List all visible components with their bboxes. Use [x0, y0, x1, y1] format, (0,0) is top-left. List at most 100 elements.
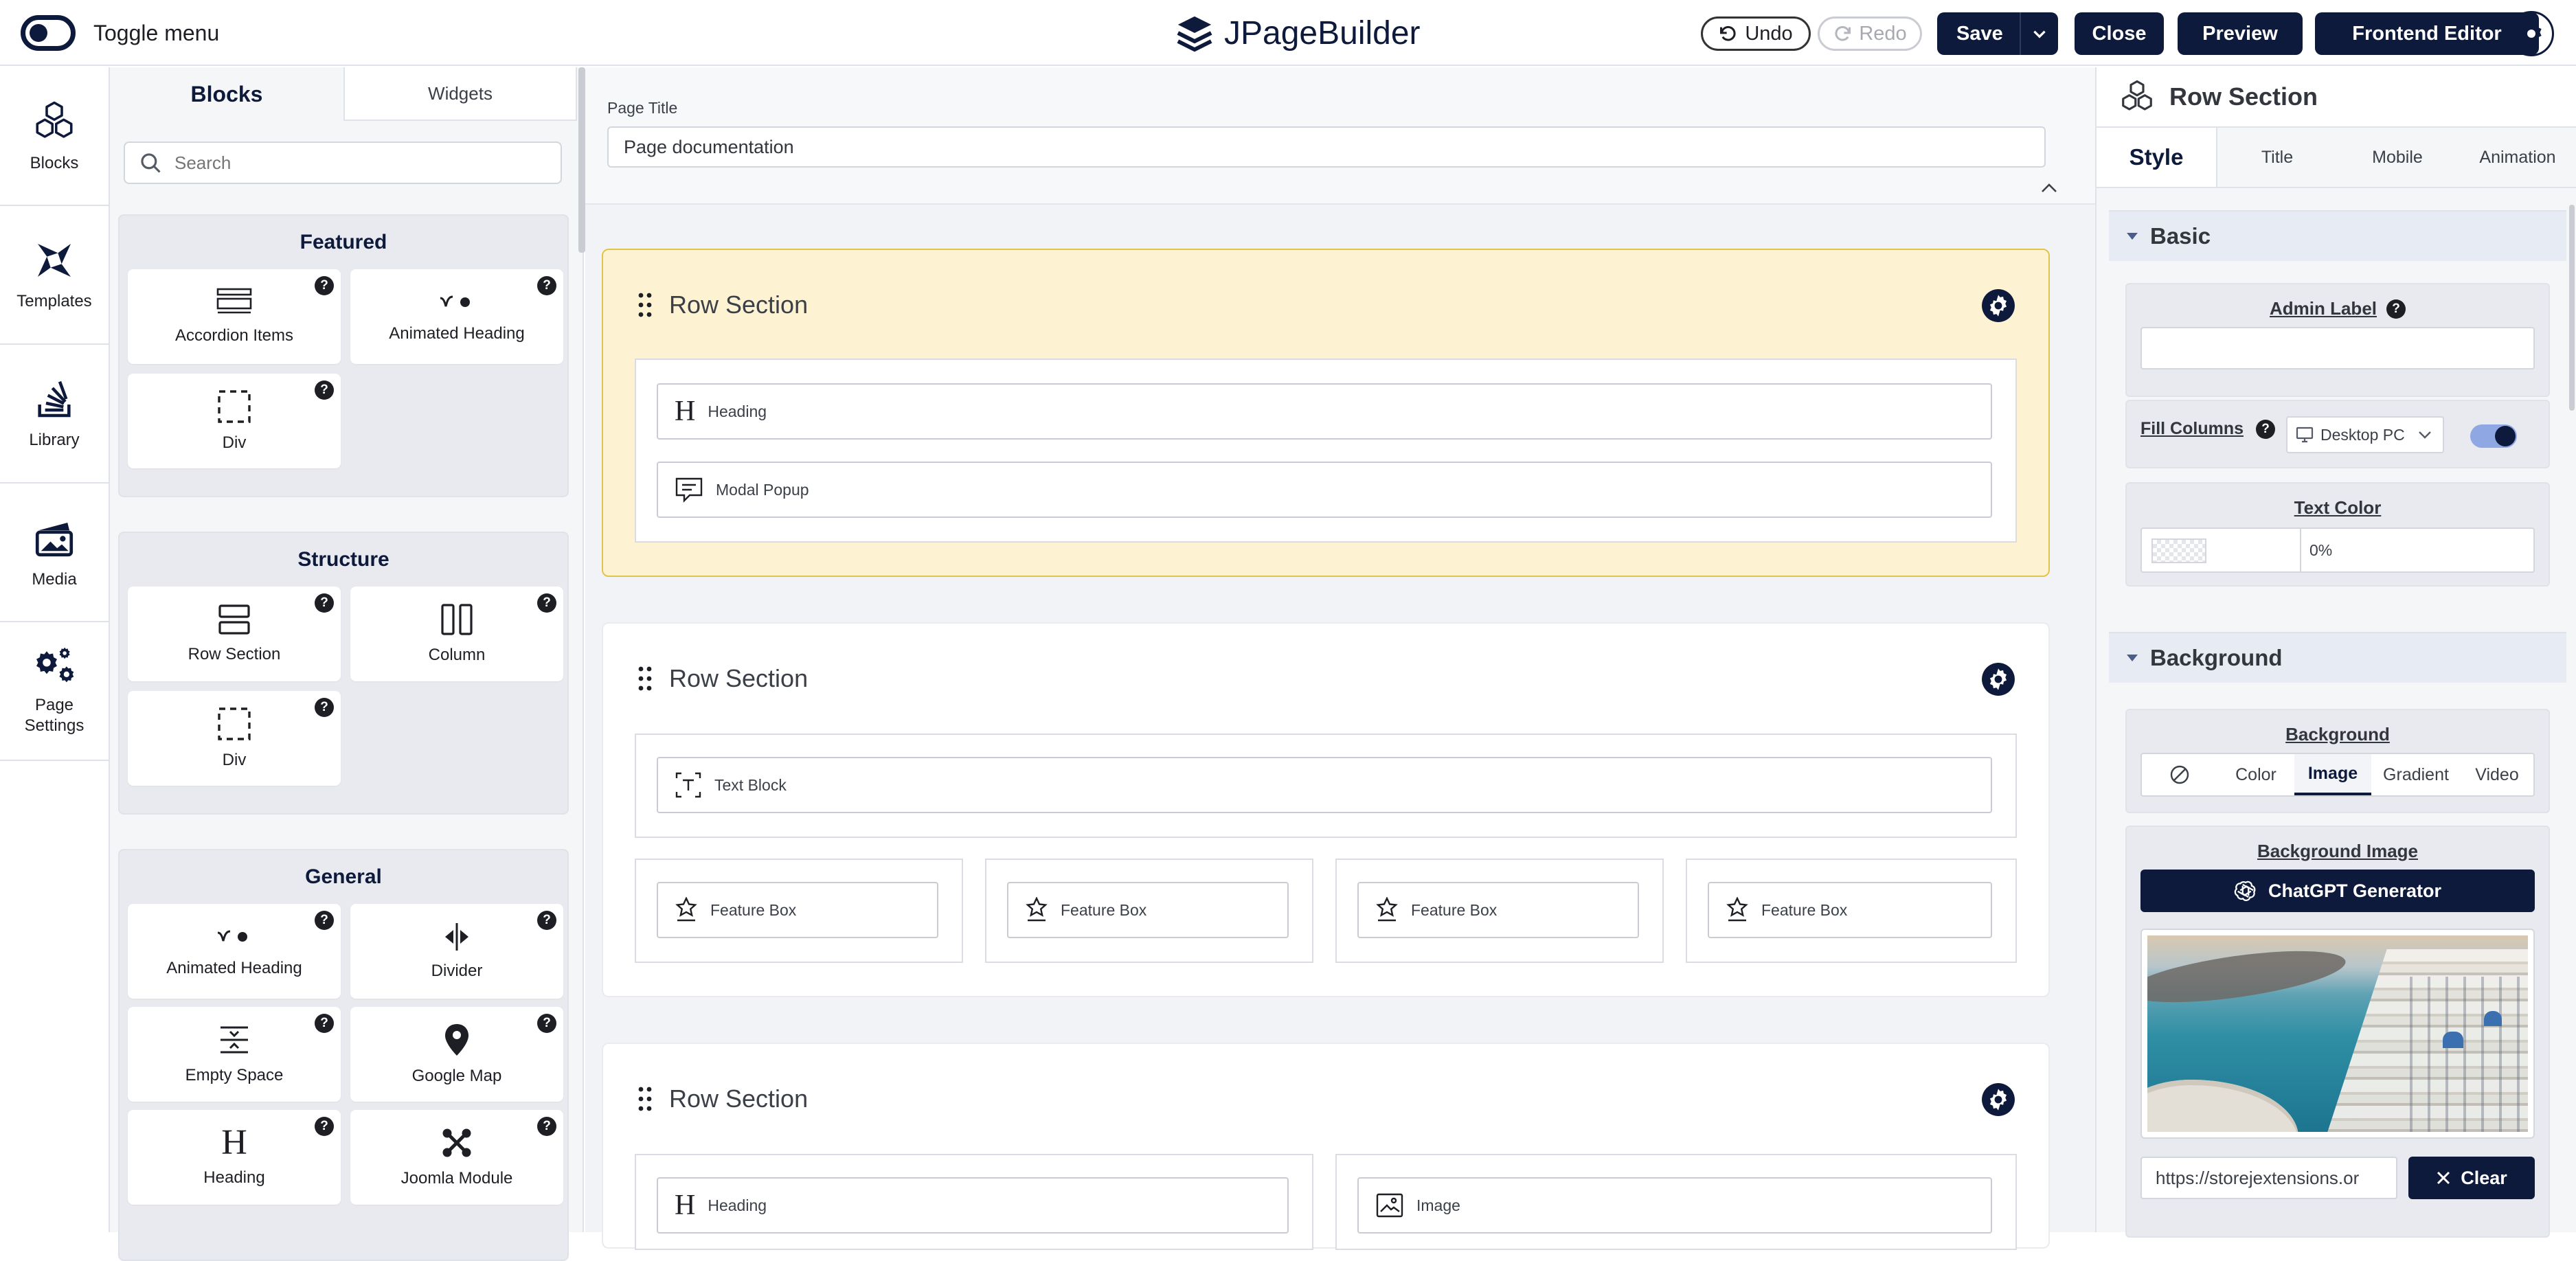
help-icon[interactable]: ? [537, 911, 556, 930]
column[interactable]: Image [1335, 1154, 2017, 1250]
addon-image[interactable]: Image [1357, 1177, 1992, 1234]
help-icon[interactable]: ? [315, 911, 334, 930]
row-section[interactable]: Row Section H Heading Modal Popup [602, 249, 2050, 577]
drag-handle-icon[interactable] [637, 665, 653, 692]
tab-animation[interactable]: Animation [2458, 128, 2576, 187]
addon-feature-box[interactable]: Feature Box [1708, 882, 1992, 938]
column[interactable]: Feature Box [635, 859, 963, 963]
basic-accordion-header[interactable]: Basic [2109, 210, 2566, 261]
color-swatch[interactable] [2151, 538, 2206, 563]
tab-mobile[interactable]: Mobile [2337, 128, 2458, 187]
block-animated-heading[interactable]: ? Animated Heading [128, 904, 341, 999]
save-button[interactable]: Save [1937, 12, 2058, 55]
help-icon[interactable]: ? [315, 593, 334, 613]
rail-item-library[interactable]: Library [0, 345, 109, 484]
help-icon[interactable]: ? [537, 276, 556, 295]
block-empty-space[interactable]: ? Empty Space [128, 1007, 341, 1102]
block-row-section[interactable]: ? Row Section [128, 587, 341, 681]
block-animated-heading[interactable]: ? Animated Heading [350, 269, 563, 364]
rail-item-media[interactable]: Media [0, 484, 109, 622]
help-icon[interactable]: ? [315, 698, 334, 717]
help-icon[interactable]: ? [315, 380, 334, 400]
settings-gear-button[interactable] [2509, 11, 2554, 56]
admin-label-input[interactable] [2140, 327, 2535, 370]
help-icon[interactable]: ? [315, 1117, 334, 1136]
rail-item-page-settings[interactable]: Page Settings [0, 622, 109, 761]
tab-style[interactable]: Style [2097, 128, 2217, 187]
block-group-general: General ? Animated Heading ? Divider ? E… [118, 849, 569, 1261]
search-input[interactable] [174, 152, 559, 174]
block-accordion-items[interactable]: ? Accordion Items [128, 269, 341, 364]
blocks-panel-scrollbar[interactable] [578, 67, 585, 253]
rail-item-templates[interactable]: Templates [0, 206, 109, 345]
addon-feature-box[interactable]: Feature Box [657, 882, 938, 938]
help-icon[interactable]: ? [2256, 419, 2275, 439]
page-title-input[interactable] [607, 126, 2046, 168]
chevron-up-icon[interactable] [2040, 181, 2058, 195]
rail-item-blocks[interactable]: Blocks [0, 67, 109, 206]
gear-icon[interactable] [1981, 288, 2015, 323]
block-div[interactable]: ? Div [128, 691, 341, 786]
brand-name: JPageBuilder [1224, 14, 1421, 52]
help-icon[interactable]: ? [315, 1014, 334, 1033]
block-search[interactable] [124, 141, 562, 184]
gear-icon[interactable] [1981, 1082, 2015, 1117]
tab-title[interactable]: Title [2217, 128, 2337, 187]
column[interactable]: Feature Box [985, 859, 1313, 963]
bg-tab-gradient[interactable]: Gradient [2371, 754, 2461, 795]
addon-feature-box[interactable]: Feature Box [1007, 882, 1289, 938]
addon-feature-box[interactable]: Feature Box [1357, 882, 1639, 938]
help-icon[interactable]: ? [315, 276, 334, 295]
device-select[interactable]: Desktop PC [2286, 416, 2444, 453]
column[interactable]: H Heading Modal Popup [635, 359, 2017, 543]
help-icon[interactable]: ? [2386, 299, 2406, 319]
bg-tab-image[interactable]: Image [2294, 754, 2371, 795]
chatgpt-generator-button[interactable]: ChatGPT Generator [2140, 870, 2535, 912]
block-column[interactable]: ? Column [350, 587, 563, 681]
addon-heading[interactable]: H Heading [657, 383, 1992, 440]
row-section[interactable]: Row Section H Heading Image [602, 1043, 2050, 1250]
column[interactable]: Text Block [635, 734, 2017, 838]
no-background-button[interactable] [2142, 754, 2217, 795]
fill-columns-toggle[interactable] [2470, 424, 2517, 448]
undo-button[interactable]: Undo [1701, 16, 1811, 51]
column[interactable]: H Heading [635, 1154, 1313, 1250]
addon-text-block[interactable]: Text Block [657, 757, 1992, 813]
help-icon[interactable]: ? [537, 1014, 556, 1033]
drag-handle-icon[interactable] [637, 1085, 653, 1113]
background-image-preview[interactable] [2140, 929, 2535, 1139]
addon-heading[interactable]: H Heading [657, 1177, 1289, 1234]
preview-button[interactable]: Preview [2178, 12, 2303, 55]
background-image-url-input[interactable]: https://storejextensions.or [2140, 1157, 2397, 1199]
block-joomla-module[interactable]: ? Joomla Module [350, 1110, 563, 1205]
clear-button[interactable]: Clear [2408, 1157, 2535, 1199]
background-accordion-header[interactable]: Background [2109, 632, 2566, 683]
bg-tab-video[interactable]: Video [2461, 754, 2533, 795]
frontend-editor-button[interactable]: Frontend Editor [2315, 12, 2539, 55]
tab-widgets[interactable]: Widgets [343, 67, 577, 121]
gear-icon[interactable] [1981, 662, 2015, 696]
text-color-picker[interactable]: 0% [2140, 527, 2535, 573]
help-icon[interactable]: ? [537, 1117, 556, 1136]
bg-tab-color[interactable]: Color [2217, 754, 2294, 795]
column[interactable]: Feature Box [1335, 859, 1664, 963]
help-icon[interactable]: ? [537, 593, 556, 613]
column[interactable]: Feature Box [1686, 859, 2017, 963]
block-google-map[interactable]: ? Google Map [350, 1007, 563, 1102]
tab-blocks[interactable]: Blocks [110, 67, 343, 121]
block-heading[interactable]: ? H Heading [128, 1110, 341, 1205]
chevron-down-icon[interactable] [2020, 12, 2058, 55]
close-button[interactable]: Close [2075, 12, 2164, 55]
addon-modal-popup[interactable]: Modal Popup [657, 462, 1992, 518]
toggle-menu[interactable]: Toggle menu [21, 14, 219, 52]
chevron-down-icon [2417, 430, 2432, 440]
block-divider[interactable]: ? Divider [350, 904, 563, 999]
drag-handle-icon[interactable] [637, 291, 653, 319]
opacity-value[interactable]: 0% [2309, 541, 2332, 560]
block-div[interactable]: ? Div [128, 374, 341, 468]
settings-panel-scrollbar[interactable] [2569, 205, 2575, 411]
redo-button[interactable]: Redo [1818, 16, 1922, 51]
toggle-switch-icon[interactable] [21, 15, 76, 51]
row-section[interactable]: Row Section Text Block Feature Box Featu… [602, 622, 2050, 997]
templates-icon [32, 238, 76, 282]
